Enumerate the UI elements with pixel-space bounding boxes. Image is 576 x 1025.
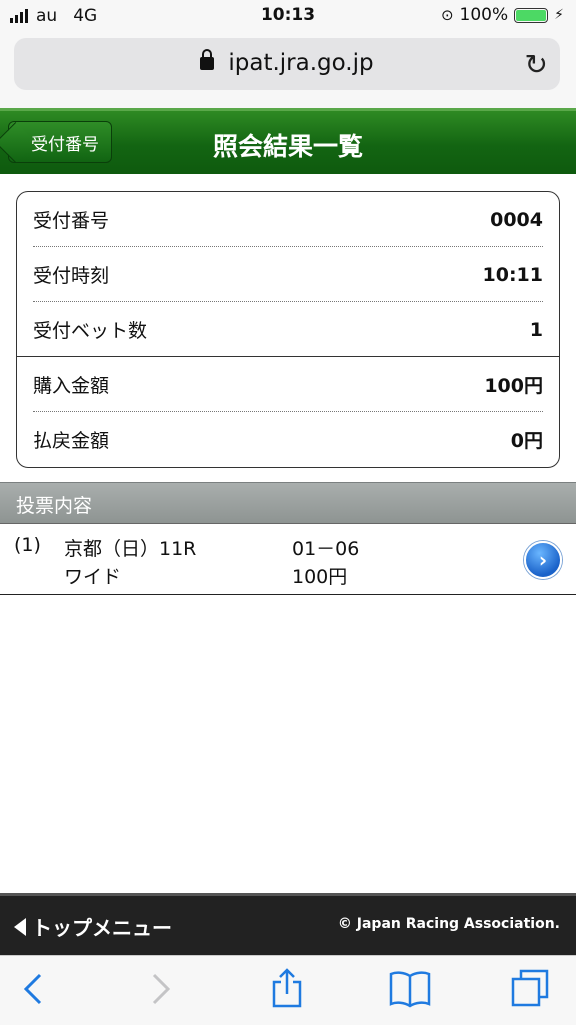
copyright: © Japan Racing Association. xyxy=(337,916,560,932)
page-title: 照会結果一覧 xyxy=(212,132,363,161)
receipt-row: 受付時刻 10:11 xyxy=(33,247,543,302)
section-header: 投票内容 xyxy=(0,482,576,524)
top-menu-link[interactable]: トップメニュー xyxy=(14,912,172,941)
bet-combination: 01－06 xyxy=(292,538,360,560)
browser-toolbar xyxy=(0,955,576,1025)
receipt-label: 受付ベット数 xyxy=(33,320,148,342)
url-text: ipat.jra.go.jp xyxy=(228,50,374,76)
receipt-row: 購入金額 100円 xyxy=(33,357,543,412)
lock-icon xyxy=(200,49,215,70)
battery-icon xyxy=(514,7,549,23)
rotation-lock-icon: ⊙ xyxy=(440,6,454,24)
back-nav-icon[interactable] xyxy=(22,972,44,1014)
bet-row[interactable]: (1) 京都（日）11R 01－06 ワイド 100円 › xyxy=(0,524,576,595)
reload-icon[interactable]: ↻ xyxy=(525,48,548,81)
battery-percent: 100% xyxy=(459,5,509,25)
receipt-row: 受付ベット数 1 xyxy=(33,302,543,357)
tabs-icon[interactable] xyxy=(510,968,550,1016)
share-icon[interactable] xyxy=(270,968,304,1016)
forward-nav-icon[interactable] xyxy=(150,972,172,1014)
receipt-value: 0004 xyxy=(490,208,543,231)
receipt-label: 払戻金額 xyxy=(33,430,110,452)
left-triangle-icon xyxy=(14,917,26,936)
receipt-value: 10:11 xyxy=(482,263,543,286)
charging-icon: ⚡ xyxy=(554,7,564,23)
receipt-value: 1 xyxy=(529,318,543,341)
url-bar[interactable]: ipat.jra.go.jp ↻ xyxy=(14,38,560,90)
status-bar: au 4G 10:13 ⊙ 100% ⚡ xyxy=(0,0,576,32)
receipt-value: 100円 xyxy=(484,375,543,397)
receipt-label: 購入金額 xyxy=(33,375,110,397)
footer: トップメニュー © Japan Racing Association. xyxy=(0,893,576,955)
receipt-value: 0円 xyxy=(510,430,543,452)
bet-index: (1) xyxy=(14,534,41,556)
bookmarks-icon[interactable] xyxy=(388,970,432,1016)
receipt-row: 払戻金額 0円 xyxy=(33,412,543,467)
bet-type: ワイド xyxy=(64,566,122,588)
browser-url-area: ipat.jra.go.jp ↻ xyxy=(0,32,576,108)
bet-race: 京都（日）11R xyxy=(64,538,197,560)
receipt-label: 受付番号 xyxy=(33,210,110,232)
bet-amount: 100円 xyxy=(292,566,348,588)
receipt-card: 受付番号 0004 受付時刻 10:11 受付ベット数 1 購入金額 100円 … xyxy=(16,191,560,468)
page-header: 受付番号 照会結果一覧 xyxy=(0,108,576,174)
receipt-row: 受付番号 0004 xyxy=(33,192,543,247)
receipt-label: 受付時刻 xyxy=(33,265,110,287)
detail-arrow-icon[interactable]: › xyxy=(524,541,562,579)
top-menu-label: トップメニュー xyxy=(32,916,172,940)
